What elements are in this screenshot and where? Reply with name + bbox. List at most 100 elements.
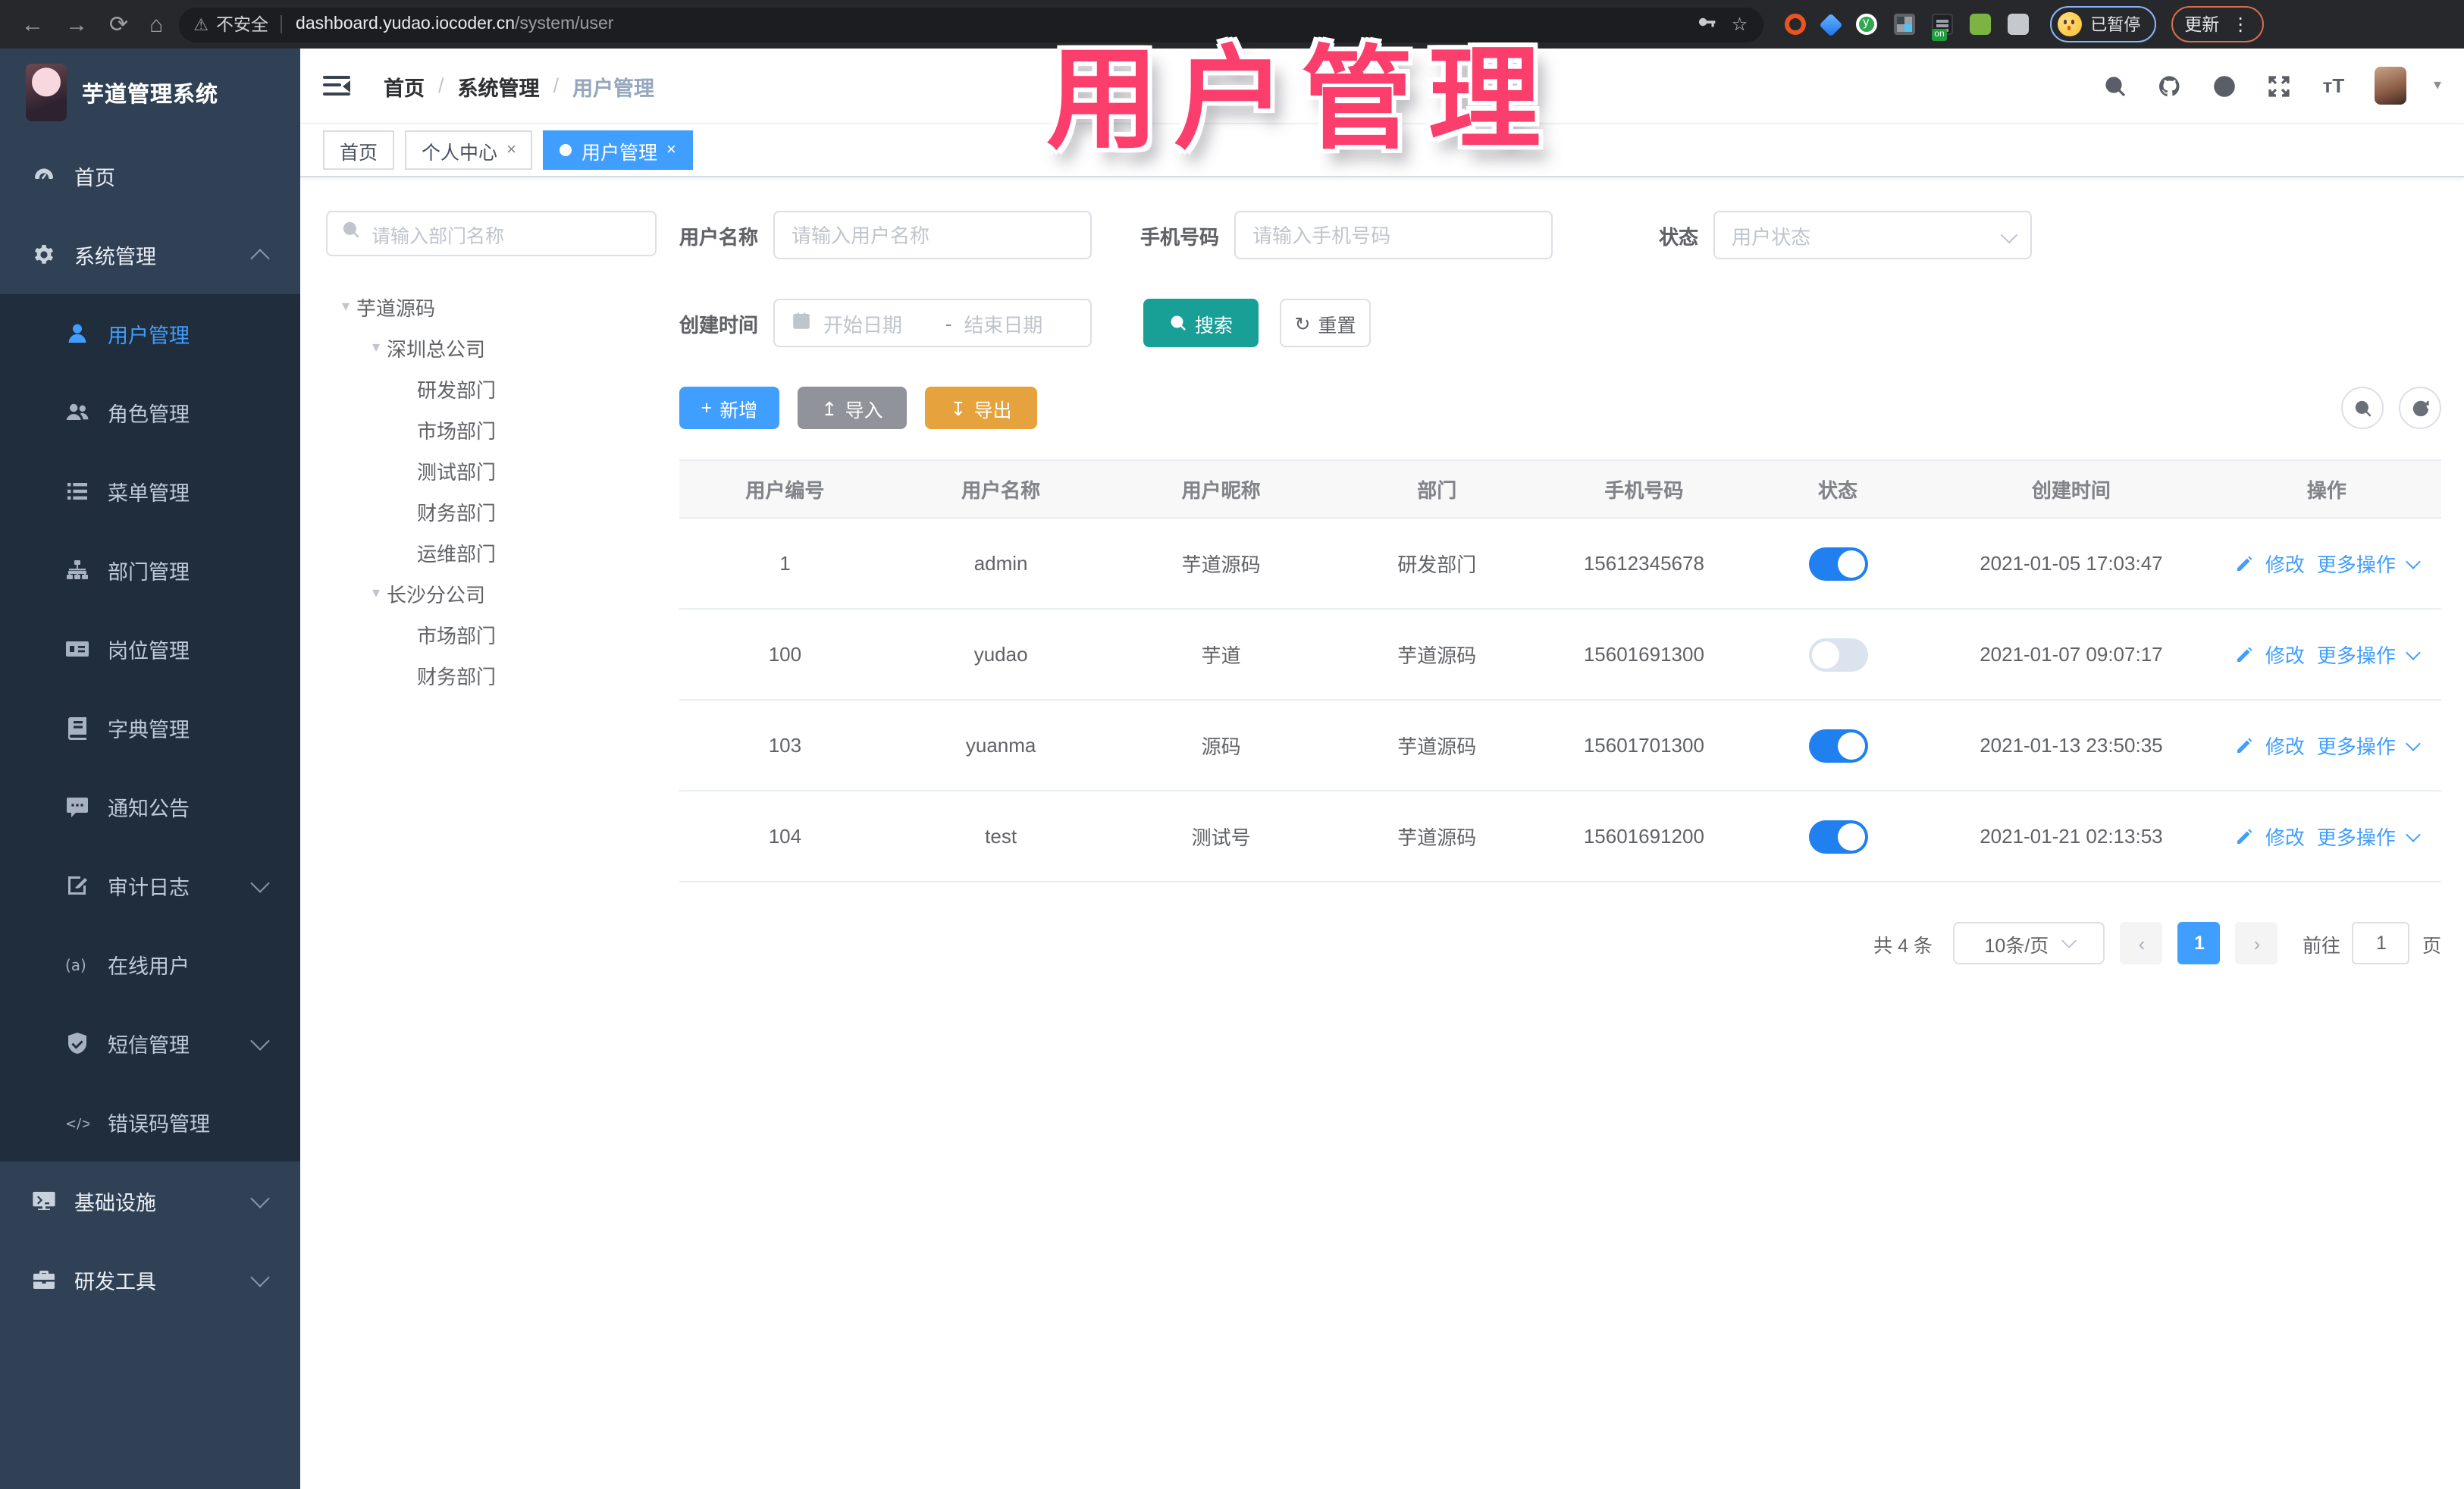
tree-node[interactable]: ▾ 深圳总公司: [326, 328, 657, 368]
page-1-button[interactable]: 1: [2177, 922, 2221, 964]
browser-update-button[interactable]: 更新 ⋮: [2171, 6, 2264, 42]
sidebar-item-home[interactable]: 首页: [0, 136, 300, 215]
sidebar-item-role-mgmt[interactable]: 角色管理: [0, 373, 300, 452]
tab-profile[interactable]: 个人中心 ×: [405, 130, 533, 170]
edit-link[interactable]: 修改: [2265, 640, 2305, 669]
extension-orange-icon[interactable]: [1784, 14, 1806, 35]
tree-node[interactable]: 财务部门: [326, 655, 657, 696]
browser-profile-button[interactable]: 已暂停: [2049, 6, 2156, 42]
extension-blue-gem-icon[interactable]: [1818, 12, 1842, 36]
app-logo-row[interactable]: 芋道管理系统: [0, 49, 300, 136]
tree-caret-icon[interactable]: ▾: [365, 585, 387, 602]
extensions-puzzle-icon[interactable]: [2007, 14, 2029, 35]
back-icon[interactable]: ←: [21, 13, 44, 36]
tree-node[interactable]: 市场部门: [326, 409, 657, 450]
tree-node[interactable]: 研发部门: [326, 368, 657, 409]
user-menu-caret-icon[interactable]: ▾: [2434, 77, 2441, 94]
close-icon[interactable]: ×: [666, 141, 676, 159]
sidebar-item-label: 系统管理: [74, 246, 156, 268]
edit-link[interactable]: 修改: [2265, 822, 2305, 851]
sidebar-item-online-users[interactable]: (a) 在线用户: [0, 925, 300, 1004]
tab-home[interactable]: 首页: [323, 130, 395, 170]
show-search-button[interactable]: [2341, 387, 2384, 429]
cell-user-id: 1: [779, 552, 791, 575]
url-bar[interactable]: ⚠ 不安全 dashboard.yudao.iocoder.cn /system…: [178, 7, 1763, 42]
home-icon[interactable]: ⌂: [149, 13, 163, 36]
page-unit-label: 页: [2422, 935, 2441, 956]
sidebar-item-sms-mgmt[interactable]: 短信管理: [0, 1004, 300, 1083]
bookmark-star-icon[interactable]: ☆: [1732, 14, 1748, 35]
breadcrumb-home[interactable]: 首页: [384, 71, 425, 101]
app-frame: 芋道管理系统 首页 系统管理 用户管理 角色管理 菜单管理 部门管理 岗位管理 …: [0, 49, 2464, 1489]
password-key-icon[interactable]: [1697, 12, 1716, 36]
font-size-icon[interactable]: тT: [2320, 72, 2347, 99]
tree-node[interactable]: ▾ 芋道源码: [326, 287, 657, 328]
refresh-button[interactable]: [2399, 387, 2441, 429]
tree-node[interactable]: ▾ 长沙分公司: [326, 573, 657, 614]
pagination: 共 4 条 10条/页 ‹ 1 › 前往 页: [679, 922, 2441, 964]
sidebar-collapse-icon[interactable]: [323, 75, 350, 96]
github-icon[interactable]: [2156, 72, 2183, 99]
sidebar-item-menu-mgmt[interactable]: 菜单管理: [0, 452, 300, 531]
fullscreen-icon[interactable]: [2265, 72, 2293, 99]
extension-green-y-icon[interactable]: [1855, 14, 1877, 35]
add-button[interactable]: + 新增: [679, 387, 779, 429]
breadcrumb-separator: /: [438, 74, 444, 97]
sidebar-item-notice[interactable]: 通知公告: [0, 767, 300, 846]
goto-page-input[interactable]: [2352, 922, 2410, 964]
reload-icon[interactable]: ⟳: [109, 13, 128, 36]
more-actions-link[interactable]: 更多操作: [2317, 822, 2396, 851]
status-toggle[interactable]: [1808, 638, 1867, 671]
tree-node[interactable]: 财务部门: [326, 491, 657, 532]
sidebar-item-post-mgmt[interactable]: 岗位管理: [0, 610, 300, 688]
more-actions-link[interactable]: 更多操作: [2317, 731, 2396, 760]
extension-grid-icon[interactable]: [1893, 14, 1915, 35]
username-input[interactable]: [792, 224, 1074, 246]
sidebar-item-audit-log[interactable]: 审计日志: [0, 846, 300, 925]
dept-search-input[interactable]: 请输入部门名称: [326, 211, 657, 256]
tree-caret-icon[interactable]: ▾: [365, 340, 387, 356]
tree-node[interactable]: 测试部门: [326, 450, 657, 491]
sidebar-item-error-code[interactable]: </> 错误码管理: [0, 1083, 300, 1161]
tab-user-mgmt[interactable]: 用户管理 ×: [543, 130, 693, 170]
status-toggle[interactable]: [1808, 729, 1867, 762]
status-toggle[interactable]: [1808, 547, 1867, 580]
mobile-input[interactable]: [1252, 224, 1535, 246]
browser-menu-icon[interactable]: ⋮: [2231, 14, 2249, 35]
import-button[interactable]: ↥ 导入: [798, 387, 907, 429]
date-range-input[interactable]: 开始日期 - 结束日期: [773, 299, 1092, 347]
status-toggle[interactable]: [1808, 820, 1867, 853]
page-size-select[interactable]: 10条/页: [1953, 922, 2105, 964]
edit-link[interactable]: 修改: [2265, 731, 2305, 760]
forward-icon[interactable]: →: [65, 13, 88, 36]
edit-link[interactable]: 修改: [2265, 549, 2305, 578]
more-actions-link[interactable]: 更多操作: [2317, 640, 2396, 669]
next-page-button[interactable]: ›: [2235, 922, 2278, 964]
reset-button[interactable]: ↻ 重置: [1280, 299, 1372, 347]
prev-page-button[interactable]: ‹: [2120, 922, 2163, 964]
user-avatar[interactable]: [2374, 67, 2406, 105]
tree-node[interactable]: 市场部门: [326, 614, 657, 655]
sidebar-item-infra[interactable]: 基础设施: [0, 1161, 300, 1240]
sidebar-item-dept-mgmt[interactable]: 部门管理: [0, 531, 300, 610]
close-icon[interactable]: ×: [506, 141, 516, 159]
tree-node[interactable]: 运维部门: [326, 532, 657, 573]
tree-caret-icon[interactable]: ▾: [335, 299, 356, 315]
help-icon[interactable]: [2211, 72, 2238, 99]
breadcrumb-system[interactable]: 系统管理: [458, 71, 540, 101]
cell-user-id: 104: [768, 825, 802, 848]
sidebar-item-user-mgmt[interactable]: 用户管理: [0, 294, 300, 373]
sidebar-item-label: 岗位管理: [108, 640, 190, 663]
export-button[interactable]: ↧ 导出: [925, 387, 1037, 429]
book-icon: [64, 715, 89, 741]
search-icon[interactable]: [2102, 72, 2129, 99]
more-actions-link[interactable]: 更多操作: [2317, 549, 2396, 578]
sidebar-item-system[interactable]: 系统管理: [0, 215, 300, 294]
sidebar-item-dict-mgmt[interactable]: 字典管理: [0, 688, 300, 767]
search-button[interactable]: 搜索: [1143, 299, 1259, 347]
extension-on-switch-icon[interactable]: [1931, 14, 1953, 41]
chevron-down-icon: [250, 1268, 270, 1287]
sidebar-item-dev-tools[interactable]: 研发工具: [0, 1240, 300, 1319]
status-select[interactable]: 用户状态: [1713, 211, 2033, 259]
extension-green-key-icon[interactable]: [1969, 14, 1991, 35]
